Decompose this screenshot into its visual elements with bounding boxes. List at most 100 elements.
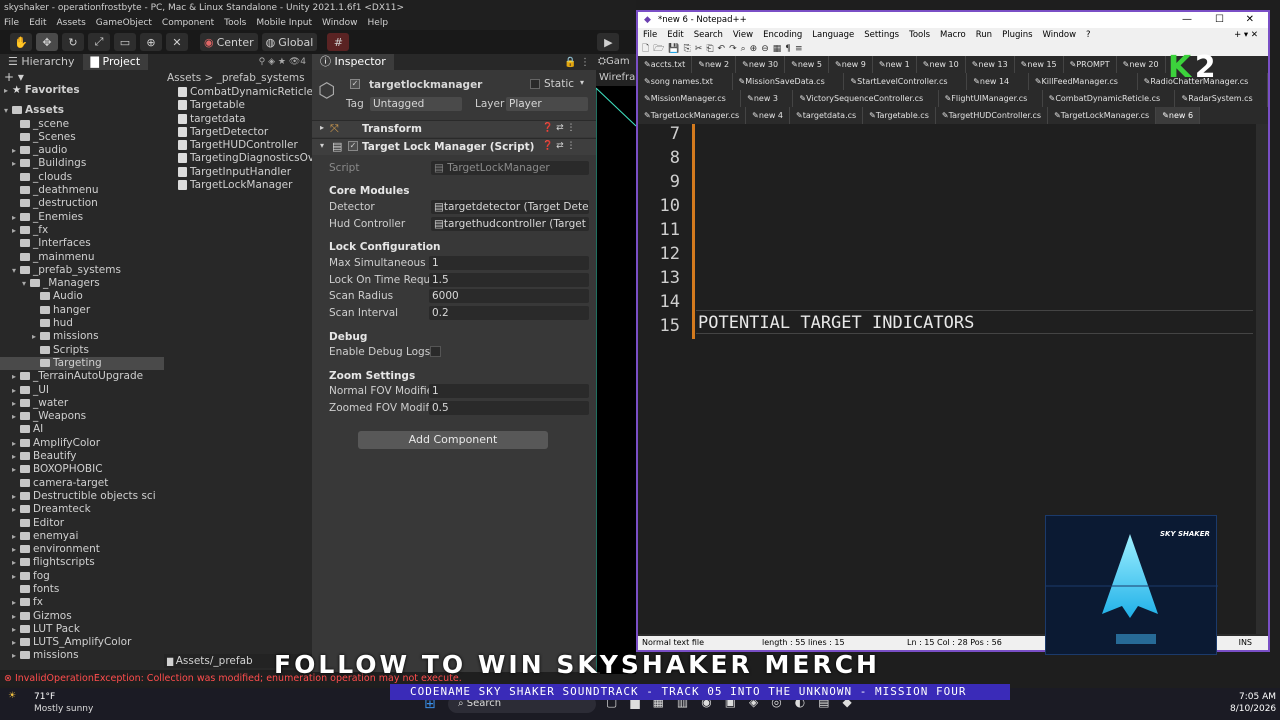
notepad-tab[interactable]: ✎ Targetable.cs — [863, 107, 936, 124]
foldout-arrow-icon[interactable]: ▾ — [12, 264, 20, 277]
foldout-arrow-icon[interactable]: ▸ — [32, 330, 40, 343]
folder-item[interactable]: ▸ enemyai — [0, 530, 164, 543]
notepad-tab[interactable]: ✎ FlightUIManager.cs — [939, 90, 1043, 107]
notepad-tab[interactable]: ✎ song names.txt — [638, 73, 733, 90]
folder-item[interactable]: _Scenes — [0, 131, 164, 144]
foldout-arrow-icon[interactable]: ▸ — [12, 596, 20, 609]
favorites-header[interactable]: ▸ ★ Favorites — [0, 84, 164, 97]
np-menu-plugins[interactable]: Plugins — [1002, 28, 1032, 42]
np-menu-window[interactable]: Window — [1043, 28, 1077, 42]
chevron-down-icon[interactable]: ▾ — [580, 78, 584, 87]
notepad-tab[interactable]: ✎ KillFeedManager.cs — [1029, 73, 1138, 90]
menu-tools[interactable]: Tools — [224, 16, 246, 30]
component-enabled-checkbox[interactable]: ✓ — [348, 141, 358, 151]
folder-item[interactable]: ▸ fog — [0, 570, 164, 583]
active-checkbox[interactable]: ✓ — [350, 79, 360, 89]
file-item[interactable]: TargetDetector — [164, 126, 312, 139]
folder-item[interactable]: Audio — [0, 290, 164, 303]
folder-item[interactable]: ▸ flightscripts — [0, 556, 164, 569]
close-icon[interactable]: ✕ — [1246, 12, 1254, 28]
taskbar-time[interactable]: 7:05 AM — [1230, 692, 1276, 702]
add-component-button[interactable]: Add Component — [358, 431, 548, 449]
notepad-tab[interactable]: ✎ PROMPT — [1064, 56, 1117, 73]
object-name-field[interactable]: targetlockmanager — [366, 78, 524, 93]
zoomed-fov-field[interactable]: 0.5 — [429, 401, 589, 415]
wireframe-mode[interactable]: Wirefra — [596, 70, 636, 86]
file-item[interactable]: TargetLockManager — [164, 179, 312, 192]
folder-item[interactable]: _mainmenu — [0, 251, 164, 264]
rect-tool-icon[interactable]: ▭ — [114, 33, 136, 51]
notepad-tab[interactable]: ✎ VictorySequenceController.cs — [793, 90, 939, 107]
folder-item[interactable]: ▸ _Enemies — [0, 211, 164, 224]
np-menu-extra-icons[interactable]: + ▾ ✕ — [1234, 28, 1258, 42]
folder-item[interactable]: hud — [0, 317, 164, 330]
folder-item[interactable]: ▸ LUTS_AmplifyColor — [0, 636, 164, 649]
np-menu-view[interactable]: View — [733, 28, 753, 42]
hand-tool-icon[interactable]: ✋ — [10, 33, 32, 51]
np-menu-macro[interactable]: Macro — [940, 28, 966, 42]
folder-item[interactable]: ▸ missions — [0, 330, 164, 343]
folder-item[interactable]: ▾ _Managers — [0, 277, 164, 290]
foldout-arrow-icon[interactable]: ▸ — [12, 370, 20, 383]
notepad-tab[interactable]: ✎ new 20 — [1117, 56, 1166, 73]
menu-edit[interactable]: Edit — [29, 16, 46, 30]
folder-item[interactable]: _scene — [0, 118, 164, 131]
notepad-tab[interactable]: ✎ accts.txt — [638, 56, 693, 73]
folder-item[interactable]: ▸ AmplifyColor — [0, 437, 164, 450]
notepad-tab[interactable]: ✎ TargetLockManager.cs — [1048, 107, 1157, 124]
folder-item[interactable]: Editor — [0, 517, 164, 530]
rotate-tool-icon[interactable]: ↻ — [62, 33, 84, 51]
folder-item[interactable]: ▸ environment — [0, 543, 164, 556]
notepad-tab[interactable]: ✎ new 13 — [966, 56, 1015, 73]
lock-menu-icon[interactable]: 🔒 ⋮ — [564, 57, 590, 68]
file-item[interactable]: CombatDynamicReticle — [164, 86, 312, 99]
foldout-arrow-icon[interactable]: ▸ — [12, 530, 20, 543]
np-menu-encoding[interactable]: Encoding — [763, 28, 802, 42]
script-help-icons[interactable]: ❓ ⇄ ⋮ — [542, 141, 575, 151]
notepad-tab[interactable]: ✎ new 10 — [917, 56, 966, 73]
lock-time-field[interactable]: 1.5 — [429, 273, 589, 287]
folder-item[interactable]: fonts — [0, 583, 164, 596]
foldout-arrow-icon[interactable]: ▸ — [12, 410, 20, 423]
foldout-arrow-icon[interactable]: ▸ — [12, 157, 20, 170]
menu-file[interactable]: File — [4, 16, 19, 30]
folder-item[interactable]: ▸ _Weapons — [0, 410, 164, 423]
move-tool-icon[interactable]: ✥ — [36, 33, 58, 51]
weather-temp[interactable]: 71°F — [34, 692, 55, 702]
folder-item[interactable]: ▸ _UI — [0, 384, 164, 397]
foldout-arrow-icon[interactable]: ▸ — [12, 224, 20, 237]
foldout-arrow-icon[interactable]: ▾ — [22, 277, 30, 290]
hud-controller-field[interactable]: ▤targethudcontroller (Target — [431, 217, 589, 231]
folder-item[interactable]: AI — [0, 423, 164, 436]
notepad-tab[interactable]: ✎ MissionManager.cs — [638, 90, 742, 107]
notepad-tab[interactable]: ✎ new 15 — [1015, 56, 1064, 73]
taskbar-date[interactable]: 8/10/2026 — [1230, 704, 1276, 714]
menu-window[interactable]: Window — [322, 16, 358, 30]
foldout-arrow-icon[interactable]: ▸ — [12, 397, 20, 410]
foldout-arrow-icon[interactable]: ▸ — [12, 636, 20, 649]
weather-desc[interactable]: Mostly sunny — [34, 704, 93, 714]
scan-radius-field[interactable]: 6000 — [429, 289, 589, 303]
folder-item[interactable]: ▸ BOXOPHOBIC — [0, 463, 164, 476]
np-menu-help[interactable]: ? — [1086, 28, 1091, 42]
folder-item[interactable]: ▸ Beautify — [0, 450, 164, 463]
tab-game[interactable]: ⛭Gam — [596, 54, 636, 70]
foldout-arrow-icon[interactable]: ▸ — [12, 610, 20, 623]
normal-fov-field[interactable]: 1 — [429, 384, 589, 398]
vertical-scrollbar[interactable] — [1256, 124, 1268, 634]
file-item[interactable]: Targetable — [164, 99, 312, 112]
np-menu-language[interactable]: Language — [812, 28, 854, 42]
folder-item[interactable]: ▸ Gizmos — [0, 610, 164, 623]
folder-item[interactable]: Scripts — [0, 344, 164, 357]
editor-line-15[interactable]: POTENTIAL TARGET INDICATORS — [698, 313, 974, 333]
file-item[interactable]: TargetingDiagnosticsOve — [164, 152, 312, 165]
folder-item[interactable]: ▸ Dreamteck — [0, 503, 164, 516]
foldout-arrow-icon[interactable]: ▸ — [12, 543, 20, 556]
foldout-arrow-icon[interactable]: ▸ — [12, 384, 20, 397]
notepad-tab[interactable]: ✎ new 5 — [785, 56, 829, 73]
transform-header[interactable]: ▸ ⤧ Transform ❓ ⇄ ⋮ — [312, 120, 596, 137]
script-component-header[interactable]: ▾ ▤ ✓ Target Lock Manager (Script) ❓ ⇄ ⋮ — [312, 138, 596, 155]
notepad-tab[interactable]: ✎ new 2 — [692, 56, 737, 73]
menu-help[interactable]: Help — [368, 16, 389, 30]
folder-item[interactable]: ▸ _fx — [0, 224, 164, 237]
